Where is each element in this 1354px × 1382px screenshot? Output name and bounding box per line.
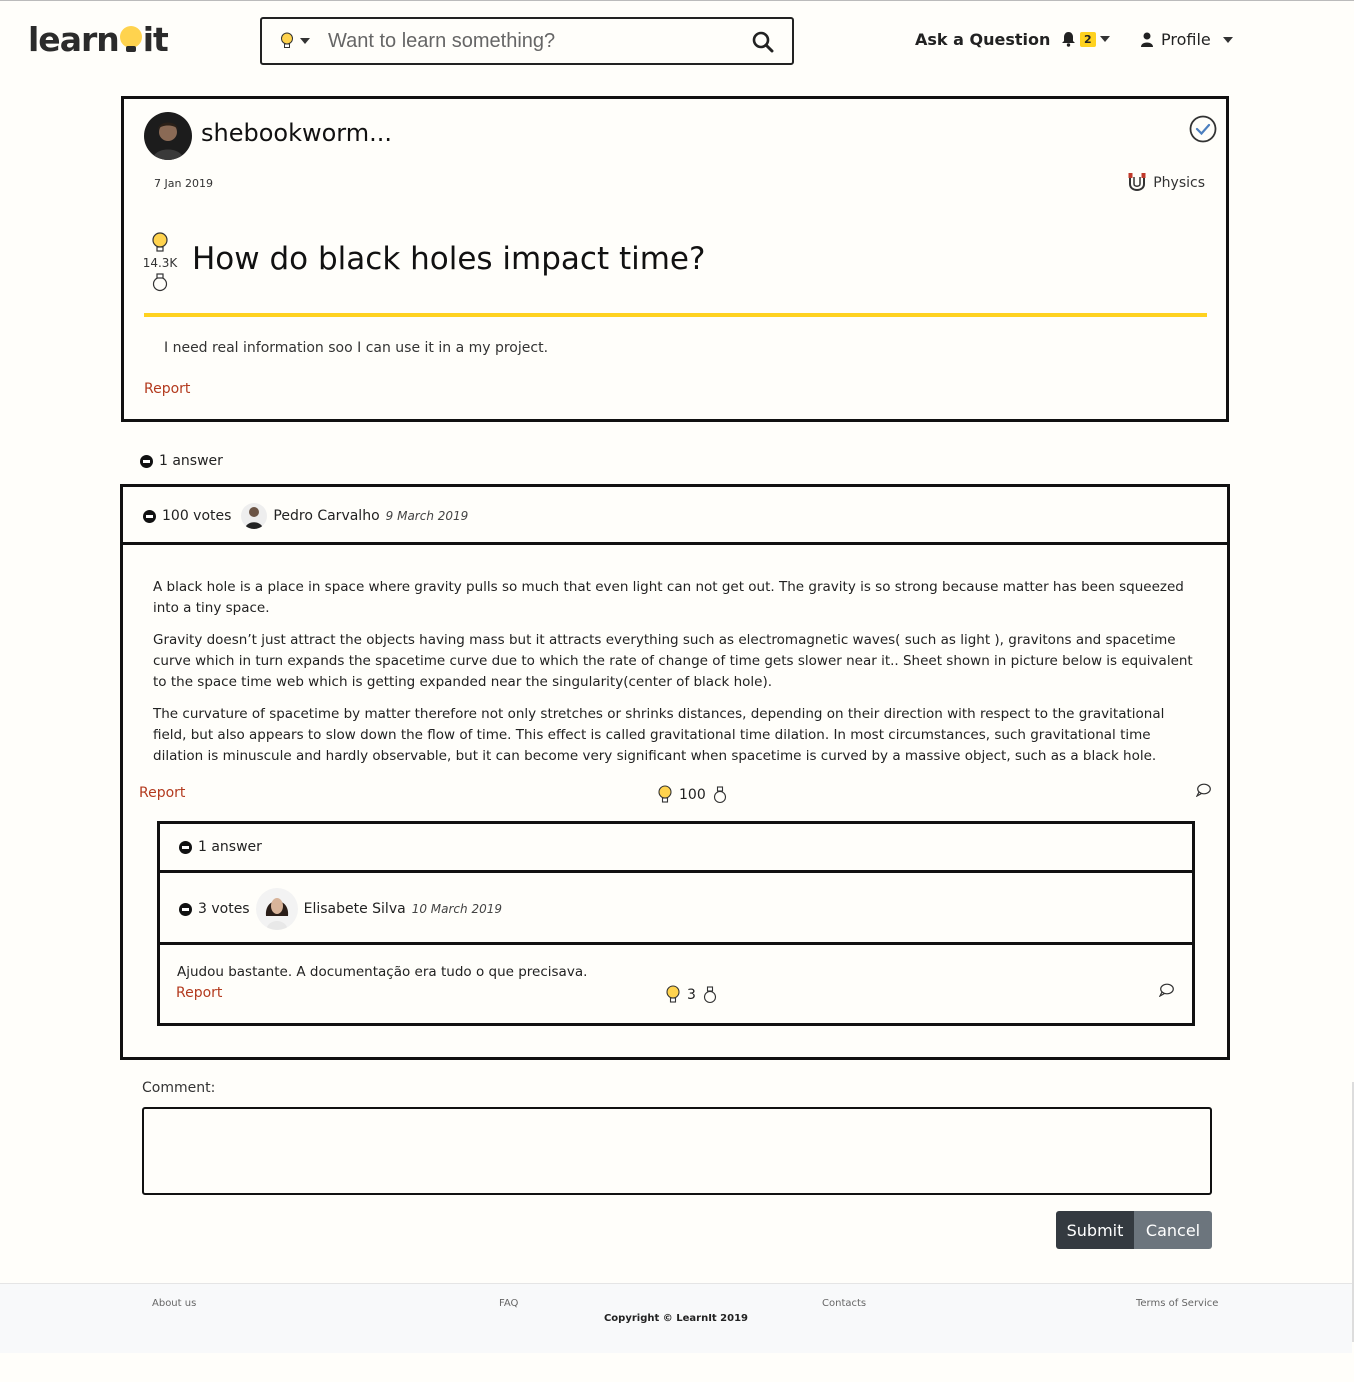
collapse-icon [140, 454, 153, 468]
answer-report-link[interactable]: Report [139, 785, 185, 801]
magnet-icon [1128, 173, 1146, 191]
reply-thread: 1 answer 3 votes Elisabete Silva 10 Marc… [157, 821, 1195, 1026]
search-input[interactable] [328, 29, 728, 53]
search-icon[interactable] [752, 31, 774, 53]
reply-author-avatar[interactable] [255, 888, 298, 930]
footer-about-link[interactable]: About us [152, 1298, 196, 1309]
answer-paragraph: A black hole is a place in space where g… [153, 579, 1184, 616]
bulb-icon [281, 32, 293, 48]
reply-votes-label: 3 votes [198, 901, 250, 917]
question-vote-count: 14.3K [142, 256, 178, 270]
reply-report-link[interactable]: Report [176, 985, 222, 1001]
question-body: I need real information soo I can use it… [164, 340, 549, 356]
ask-question-link[interactable]: Ask a Question [915, 30, 1050, 49]
profile-label: Profile [1161, 30, 1211, 49]
top-divider [0, 0, 1354, 1]
question-card: shebookworm... 7 Jan 2019 Physics 14.3K … [121, 96, 1229, 422]
footer-terms-link[interactable]: Terms of Service [1136, 1298, 1218, 1309]
downvote-bulb-icon[interactable] [151, 272, 169, 294]
answer-date: 9 March 2019 [385, 509, 469, 523]
question-category[interactable]: Physics [1127, 172, 1205, 194]
answer-vote-widget: 100 [657, 785, 728, 805]
comment-icon[interactable] [1196, 783, 1211, 797]
answer-body: A black hole is a place in space where g… [153, 577, 1193, 778]
answers-count-label: 1 answer [159, 453, 223, 469]
cancel-button[interactable]: Cancel [1134, 1211, 1212, 1249]
reply-body: Ajudou bastante. A documentação era tudo… [177, 964, 588, 980]
replies-count-label: 1 answer [198, 839, 262, 855]
answer-card: 100 votes Pedro Carvalho 9 March 2019 A … [120, 484, 1230, 1060]
upvote-bulb-icon[interactable] [665, 985, 681, 1005]
chevron-down-icon [1222, 36, 1233, 43]
upvote-bulb-icon[interactable] [657, 785, 673, 805]
replies-header: 1 answer [160, 824, 1192, 873]
chevron-down-icon [300, 38, 310, 44]
reply-vote-widget: 3 [665, 985, 718, 1005]
notification-count-badge: 2 [1080, 31, 1096, 47]
question-report-link[interactable]: Report [144, 381, 190, 397]
logo[interactable]: learn it [28, 20, 169, 59]
question-author-name[interactable]: shebookworm... [201, 119, 392, 147]
search-category-dropdown[interactable] [280, 32, 310, 50]
question-author-avatar[interactable] [144, 112, 192, 160]
reply-author-name[interactable]: Elisabete Silva [304, 901, 406, 917]
answer-author-avatar[interactable] [241, 503, 268, 529]
reply-date: 10 March 2019 [411, 902, 502, 916]
question-vote-widget: 14.3K [142, 232, 178, 294]
category-label: Physics [1153, 175, 1205, 191]
collapse-icon[interactable] [179, 902, 192, 916]
bell-icon [1062, 32, 1075, 47]
chevron-down-icon [1099, 36, 1110, 42]
answer-votes-label: 100 votes [162, 508, 232, 524]
comment-label: Comment: [142, 1080, 216, 1096]
copyright: Copyright © LearnIt 2019 [603, 1313, 749, 1324]
collapse-icon[interactable] [143, 509, 156, 523]
question-divider [144, 313, 1207, 317]
search-bar [260, 17, 794, 65]
answer-vote-count: 100 [679, 787, 706, 803]
logo-bulb-icon [119, 25, 142, 52]
footer: About us FAQ Contacts Terms of Service C… [0, 1283, 1352, 1353]
answers-toggle[interactable]: 1 answer [140, 453, 223, 469]
answer-header: 100 votes Pedro Carvalho 9 March 2019 [123, 487, 1227, 545]
submit-button[interactable]: Submit [1056, 1211, 1134, 1249]
collapse-icon [179, 840, 192, 854]
downvote-bulb-icon[interactable] [702, 985, 718, 1005]
replies-toggle[interactable]: 1 answer [179, 839, 262, 855]
answer-author-name[interactable]: Pedro Carvalho [273, 508, 379, 524]
comment-icon[interactable] [1159, 983, 1174, 997]
reply-vote-count: 3 [687, 987, 696, 1003]
question-title: How do black holes impact time? [192, 241, 706, 277]
footer-contacts-link[interactable]: Contacts [822, 1298, 866, 1309]
footer-faq-link[interactable]: FAQ [499, 1298, 518, 1309]
check-circle-icon[interactable] [1189, 115, 1217, 143]
notifications-dropdown[interactable]: 2 [1061, 31, 1110, 47]
downvote-bulb-icon[interactable] [712, 785, 728, 805]
user-icon [1141, 32, 1153, 47]
answer-paragraph: Gravity doesn’t just attract the objects… [153, 632, 1193, 690]
profile-dropdown[interactable]: Profile [1141, 30, 1233, 49]
answer-paragraph: The curvature of spacetime by matter the… [153, 706, 1165, 764]
upvote-bulb-icon[interactable] [151, 232, 169, 254]
logo-text-start: learn [28, 20, 120, 59]
logo-text-end: it [142, 20, 169, 59]
comment-textarea[interactable] [142, 1107, 1212, 1195]
reply-header: 3 votes Elisabete Silva 10 March 2019 [160, 876, 1192, 945]
comment-actions: Submit Cancel [1056, 1211, 1212, 1249]
question-date: 7 Jan 2019 [154, 177, 213, 190]
